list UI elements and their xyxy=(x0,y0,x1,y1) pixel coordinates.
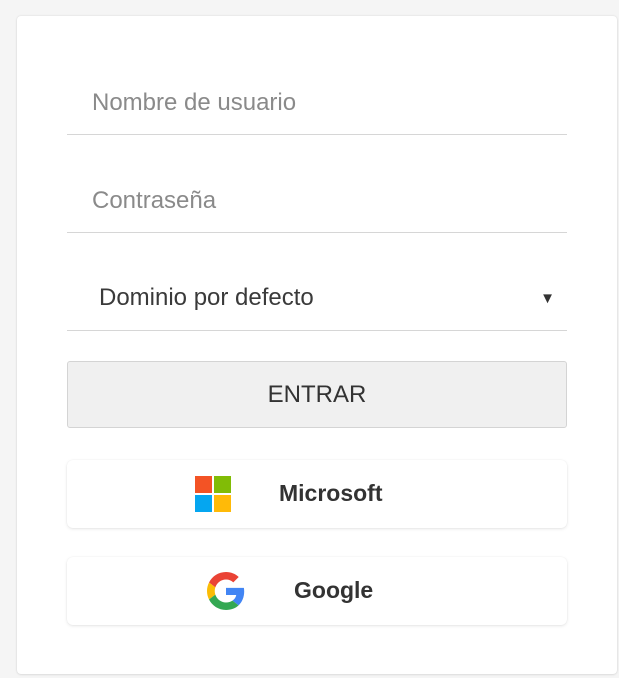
google-label: Google xyxy=(294,577,374,603)
google-logo-icon xyxy=(207,572,245,610)
microsoft-logo-icon xyxy=(195,476,231,512)
password-input[interactable] xyxy=(67,170,567,232)
domain-select-value: Dominio por defecto xyxy=(99,284,314,311)
username-field-wrapper xyxy=(67,72,567,135)
microsoft-label: Microsoft xyxy=(279,480,383,506)
microsoft-sign-in-button[interactable]: Microsoft xyxy=(67,460,567,528)
login-card: Dominio por defecto ▼ ENTRAR Microsoft G… xyxy=(17,16,617,674)
username-input[interactable] xyxy=(67,72,567,134)
domain-select[interactable]: Dominio por defecto ▼ xyxy=(67,268,567,331)
caret-down-icon: ▼ xyxy=(540,290,555,307)
password-field-wrapper xyxy=(67,170,567,233)
google-sign-in-button[interactable]: Google xyxy=(67,557,567,625)
login-button[interactable]: ENTRAR xyxy=(67,361,567,428)
